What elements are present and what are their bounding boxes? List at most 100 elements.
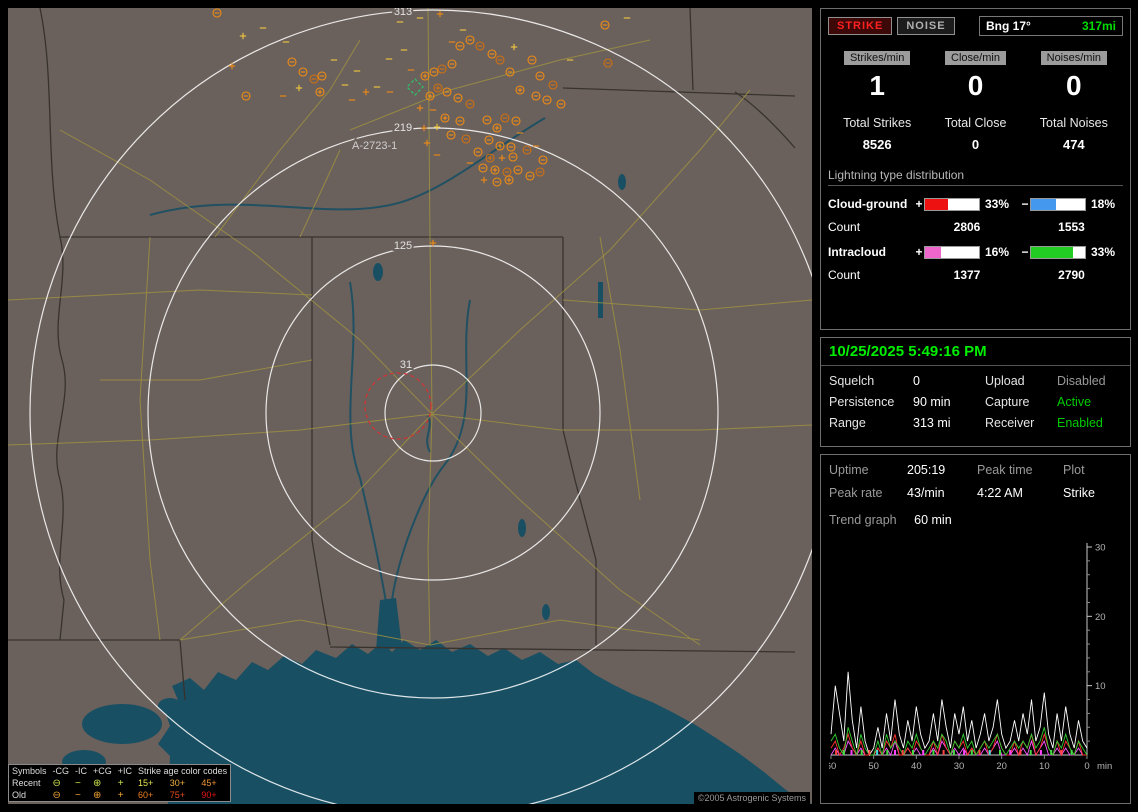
- svg-text:60: 60: [829, 761, 836, 772]
- minus-icon: −: [75, 777, 81, 789]
- ic-neg-pct: 33%: [1091, 245, 1116, 259]
- circle-minus-icon: ⊖: [52, 777, 61, 789]
- ring-label-219: 219: [394, 122, 412, 134]
- strike-button[interactable]: STRIKE: [828, 17, 893, 35]
- uptime-label: Uptime: [829, 463, 869, 477]
- legend-old-label: Old: [12, 790, 27, 800]
- stats-box: STRIKE NOISE Bng 17° 317mi Strikes/min C…: [820, 8, 1131, 330]
- total-close-label: Total Close: [944, 116, 1007, 130]
- peak-rate-value: 43/min: [907, 486, 945, 500]
- app-window: 313 219 125 31 A-2723-1 Symbols -CG -IC …: [0, 0, 1138, 812]
- persistence-value: 90 min: [913, 395, 951, 409]
- symbol-legend: Symbols -CG -IC +CG +IC Strike age color…: [8, 764, 232, 802]
- svg-text:40: 40: [911, 761, 922, 772]
- intracloud-row: Intracloud + 16% − 33%: [828, 245, 1123, 259]
- close-per-min-label: Close/min: [945, 51, 1006, 65]
- range-value: 313 mi: [913, 416, 951, 430]
- map-view[interactable]: 313 219 125 31 A-2723-1: [8, 8, 812, 804]
- count-label: Count: [828, 268, 861, 282]
- range-label: Range: [829, 416, 866, 430]
- legend-age-90: 90+: [201, 790, 217, 800]
- total-close-value: 0: [971, 137, 980, 152]
- circle-plus-icon: ⊕: [93, 789, 102, 801]
- trend-graph-window: 60 min: [914, 513, 952, 527]
- total-strikes-label: Total Strikes: [843, 116, 912, 130]
- legend-col-pcg: +CG: [93, 766, 112, 776]
- svg-text:10: 10: [1095, 681, 1106, 692]
- bearing-range-value: 317mi: [1081, 19, 1116, 33]
- plot-label: Plot: [1063, 463, 1085, 477]
- minus-sign: −: [1021, 245, 1029, 259]
- receiver-status: Enabled: [1057, 416, 1103, 430]
- legend-age-15: 15+: [138, 778, 154, 788]
- capture-label: Capture: [985, 395, 1030, 409]
- legend-age-75: 75+: [169, 790, 185, 800]
- count-label: Count: [828, 220, 861, 234]
- cg-pos-pct: 33%: [985, 197, 1010, 211]
- legend-col-pic: +IC: [117, 766, 133, 776]
- trend-graph-label: Trend graph: [829, 513, 897, 527]
- trend-chart: 30 20 10 60 50 40 30 20 10 0 min: [829, 543, 1112, 773]
- plus-icon: +: [117, 789, 124, 801]
- upload-label: Upload: [985, 374, 1025, 388]
- circle-minus-icon: ⊖: [52, 789, 61, 801]
- legend-col-ncg: -CG: [52, 766, 70, 776]
- noises-per-min-value: 0: [1066, 70, 1082, 101]
- ic-pos-bar: [924, 245, 980, 259]
- upload-status: Disabled: [1057, 374, 1106, 388]
- ic-neg-count: 2790: [1058, 268, 1085, 282]
- bearing-value: Bng 17°: [986, 19, 1031, 33]
- minus-icon: −: [75, 789, 81, 801]
- ring-label-125: 125: [394, 240, 412, 252]
- svg-text:min: min: [1097, 761, 1112, 772]
- bearing-display: Bng 17° 317mi: [979, 16, 1123, 36]
- total-noises-value: 474: [1062, 137, 1085, 152]
- intracloud-count-row: Count 1377 2790: [828, 268, 1123, 282]
- map-area[interactable]: 313 219 125 31 A-2723-1 Symbols -CG -IC …: [8, 8, 812, 804]
- svg-text:0: 0: [1084, 761, 1089, 772]
- cloud-ground-label: Cloud-ground: [828, 197, 908, 211]
- ic-pos-count: 1377: [953, 268, 981, 282]
- plus-icon: +: [117, 777, 124, 789]
- svg-text:30: 30: [954, 761, 965, 772]
- cloud-ground-count-row: Count 2806 1553: [828, 220, 1123, 234]
- ring-label-31: 31: [400, 359, 412, 371]
- svg-text:20: 20: [996, 761, 1007, 772]
- cg-neg-count: 1553: [1058, 220, 1085, 234]
- cg-neg-bar: [1030, 197, 1086, 211]
- squelch-label: Squelch: [829, 374, 875, 388]
- legend-col-nic: -IC: [75, 766, 88, 776]
- circle-plus-icon: ⊕: [93, 777, 102, 789]
- cg-pos-bar: [924, 197, 980, 211]
- distribution-title: Lightning type distribution: [828, 168, 1123, 186]
- peak-time-value: 4:22 AM: [977, 486, 1023, 500]
- total-strikes-value: 8526: [862, 137, 892, 152]
- plot-value: Strike: [1063, 486, 1095, 500]
- uptime-value: 205:19: [907, 463, 946, 477]
- capture-status: Active: [1057, 395, 1092, 409]
- strikes-per-min-value: 1: [869, 70, 885, 101]
- svg-text:20: 20: [1095, 612, 1106, 623]
- legend-age-30: 30+: [169, 778, 185, 788]
- legend-age-title: Strike age color codes: [138, 766, 228, 776]
- strikes-per-min-label: Strikes/min: [843, 51, 911, 65]
- peak-time-label: Peak time: [977, 463, 1033, 477]
- datetime-display: 10/25/2025 5:49:16 PM: [821, 338, 1130, 366]
- cg-neg-pct: 18%: [1091, 197, 1116, 211]
- peak-rate-label: Peak rate: [829, 486, 883, 500]
- legend-symbols-title: Symbols: [12, 766, 47, 776]
- svg-text:50: 50: [868, 761, 879, 772]
- legend-age-60: 60+: [138, 790, 154, 800]
- cloud-ground-row: Cloud-ground + 33% − 18%: [828, 197, 1123, 211]
- legend-age-45: 45+: [201, 778, 217, 788]
- trend-box: Uptime 205:19 Peak time Plot Peak rate 4…: [820, 454, 1131, 804]
- noises-per-min-label: Noises/min: [1040, 51, 1108, 65]
- copyright-credit: ©2005 Astrogenic Systems: [693, 792, 810, 804]
- noise-button[interactable]: NOISE: [897, 17, 955, 35]
- station-label: A-2723-1: [352, 140, 397, 152]
- intracloud-label: Intracloud: [828, 245, 887, 259]
- minus-sign: −: [1021, 197, 1029, 211]
- total-noises-label: Total Noises: [1039, 116, 1108, 130]
- close-per-min-value: 0: [967, 70, 984, 101]
- right-panel: STRIKE NOISE Bng 17° 317mi Strikes/min C…: [820, 8, 1131, 804]
